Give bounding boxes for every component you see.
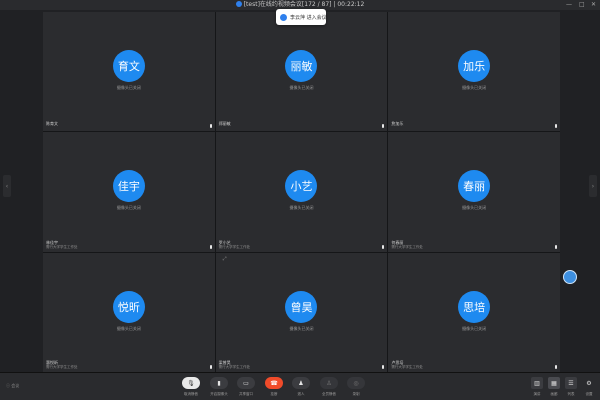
list-view-button[interactable]: ☰ 列表	[563, 377, 579, 397]
avatar: 悦昕	[112, 290, 145, 323]
avatar: 思培	[458, 290, 491, 323]
mic-icon	[209, 365, 212, 369]
camera-status: 摄像头已关闭	[116, 205, 141, 211]
mic-icon	[382, 124, 385, 129]
join-notification: 李云萍 进入会议	[276, 9, 327, 25]
prev-page-icon[interactable]: ‹	[3, 175, 11, 197]
camera-status: 摄像头已关闭	[462, 205, 487, 211]
mute-all-icon: ♙	[320, 377, 338, 389]
participant-name: 郑丽敏	[218, 121, 231, 127]
record-icon: ◎	[347, 377, 365, 389]
avatar: 加乐	[458, 50, 491, 82]
participant-tile[interactable]: 悦昕 摄像头已关闭 惠悦昕 需行大学学生工作处	[43, 252, 215, 372]
speaker-layout-icon: ▥	[531, 377, 543, 389]
participant-dept: 需行大学学生工作处	[46, 244, 78, 249]
speaker-view-button[interactable]: ▥ 演讲	[529, 377, 545, 397]
participant-tile[interactable]: ⤢ 曾昊 摄像头已关闭 梁曾昊 需行大学学生工作处	[215, 252, 388, 372]
camera-status: 摄像头已关闭	[289, 325, 314, 331]
video-grid: 育文 摄像头已关闭 陈育文 丽敏 摄像头已关闭 郑丽敏 加乐 摄像头已关闭 詹加…	[43, 12, 560, 372]
mic-icon	[555, 124, 557, 129]
participant-tile[interactable]: 小艺 摄像头已关闭 罗小艺 需行大学学生工作处	[215, 132, 388, 252]
mute-all-button[interactable]: ♙ 全员静音	[316, 377, 342, 397]
window-title: [test]在线约视频会议[172 / 87] | 00:22:12	[0, 1, 600, 9]
app-logo-icon	[235, 1, 242, 7]
camera-status: 摄像头已关闭	[462, 325, 487, 331]
participant-dept: 需行大学学生工作处	[391, 365, 423, 369]
mic-icon	[209, 124, 212, 129]
share-window-button[interactable]: ▭ 共享窗口	[233, 377, 259, 397]
gear-icon: ⚙	[586, 379, 592, 387]
participant-tile[interactable]: 丽敏 摄像头已关闭 郑丽敏	[215, 12, 388, 132]
participant-tile[interactable]: 育文 摄像头已关闭 陈育文	[43, 12, 215, 132]
avatar: 育文	[112, 50, 145, 82]
meeting-info[interactable]: ⓘ 会议	[6, 383, 19, 389]
close-icon[interactable]: ✕	[591, 1, 596, 9]
participant-dept: 需行大学学生工作处	[218, 365, 251, 369]
next-page-icon[interactable]: ›	[589, 175, 597, 197]
gallery-layout-icon: ▦	[548, 377, 560, 389]
camera-button[interactable]: ▮ 开启摄像头	[206, 377, 232, 397]
camera-status: 摄像头已关闭	[289, 205, 314, 211]
minimize-icon[interactable]: —	[566, 1, 572, 9]
mic-icon	[555, 365, 557, 369]
participant-name: 陈育文	[46, 121, 58, 127]
mic-icon	[382, 365, 385, 369]
maximize-icon[interactable]: □	[579, 1, 585, 9]
share-screen-icon: ▭	[237, 377, 255, 389]
list-layout-icon: ☰	[565, 377, 577, 389]
hangup-button[interactable]: ☎ 挂断	[261, 377, 287, 397]
gallery-view-button[interactable]: ▦ 画廊	[546, 377, 562, 397]
participant-dept: 需行大学学生工作处	[46, 365, 78, 369]
avatar: 丽敏	[285, 50, 318, 82]
floating-assistant-button[interactable]	[563, 270, 577, 284]
mic-icon	[209, 244, 212, 249]
camera-status: 摄像头已关闭	[289, 85, 314, 90]
participant-dept: 需行大学学生工作处	[218, 244, 251, 249]
invite-button[interactable]: ♟ 邀人	[288, 377, 314, 397]
participant-name: 詹加乐	[391, 121, 404, 127]
expand-icon[interactable]: ⤢	[223, 256, 227, 262]
unmute-button[interactable]: 🎙 取消静音	[178, 377, 204, 397]
avatar: 曾昊	[285, 290, 318, 323]
hangup-icon: ☎	[265, 377, 283, 389]
participant-dept: 需行大学学生工作处	[391, 244, 423, 249]
avatar: 佳宇	[112, 170, 145, 203]
camera-icon: ▮	[210, 377, 228, 389]
meeting-toolbar: ⓘ 会议 🎙 取消静音 ▮ 开启摄像头 ▭ 共享窗口 ☎ 挂断 ♟ 邀人 ♙ 全…	[0, 372, 600, 400]
avatar: 春丽	[458, 170, 491, 203]
participant-tile[interactable]: 加乐 摄像头已关闭 詹加乐	[388, 12, 560, 132]
participant-tile[interactable]: 春丽 摄像头已关闭 何春丽 需行大学学生工作处	[388, 132, 560, 252]
settings-button[interactable]: ⚙ 设置	[581, 377, 597, 397]
participant-tile[interactable]: 佳宇 摄像头已关闭 林佳宇 需行大学学生工作处	[43, 132, 215, 252]
info-icon	[280, 13, 287, 21]
mic-icon: 🎙	[182, 377, 200, 389]
record-button[interactable]: ◎ 录制	[343, 377, 369, 397]
participant-tile[interactable]: 思培 摄像头已关闭 卢思培 需行大学学生工作处	[388, 252, 560, 372]
camera-status: 摄像头已关闭	[462, 85, 487, 90]
avatar: 小艺	[285, 170, 318, 203]
camera-status: 摄像头已关闭	[116, 325, 141, 331]
camera-status: 摄像头已关闭	[116, 85, 141, 90]
invite-icon: ♟	[292, 377, 310, 389]
mic-icon	[382, 244, 385, 249]
mic-icon	[555, 244, 557, 249]
